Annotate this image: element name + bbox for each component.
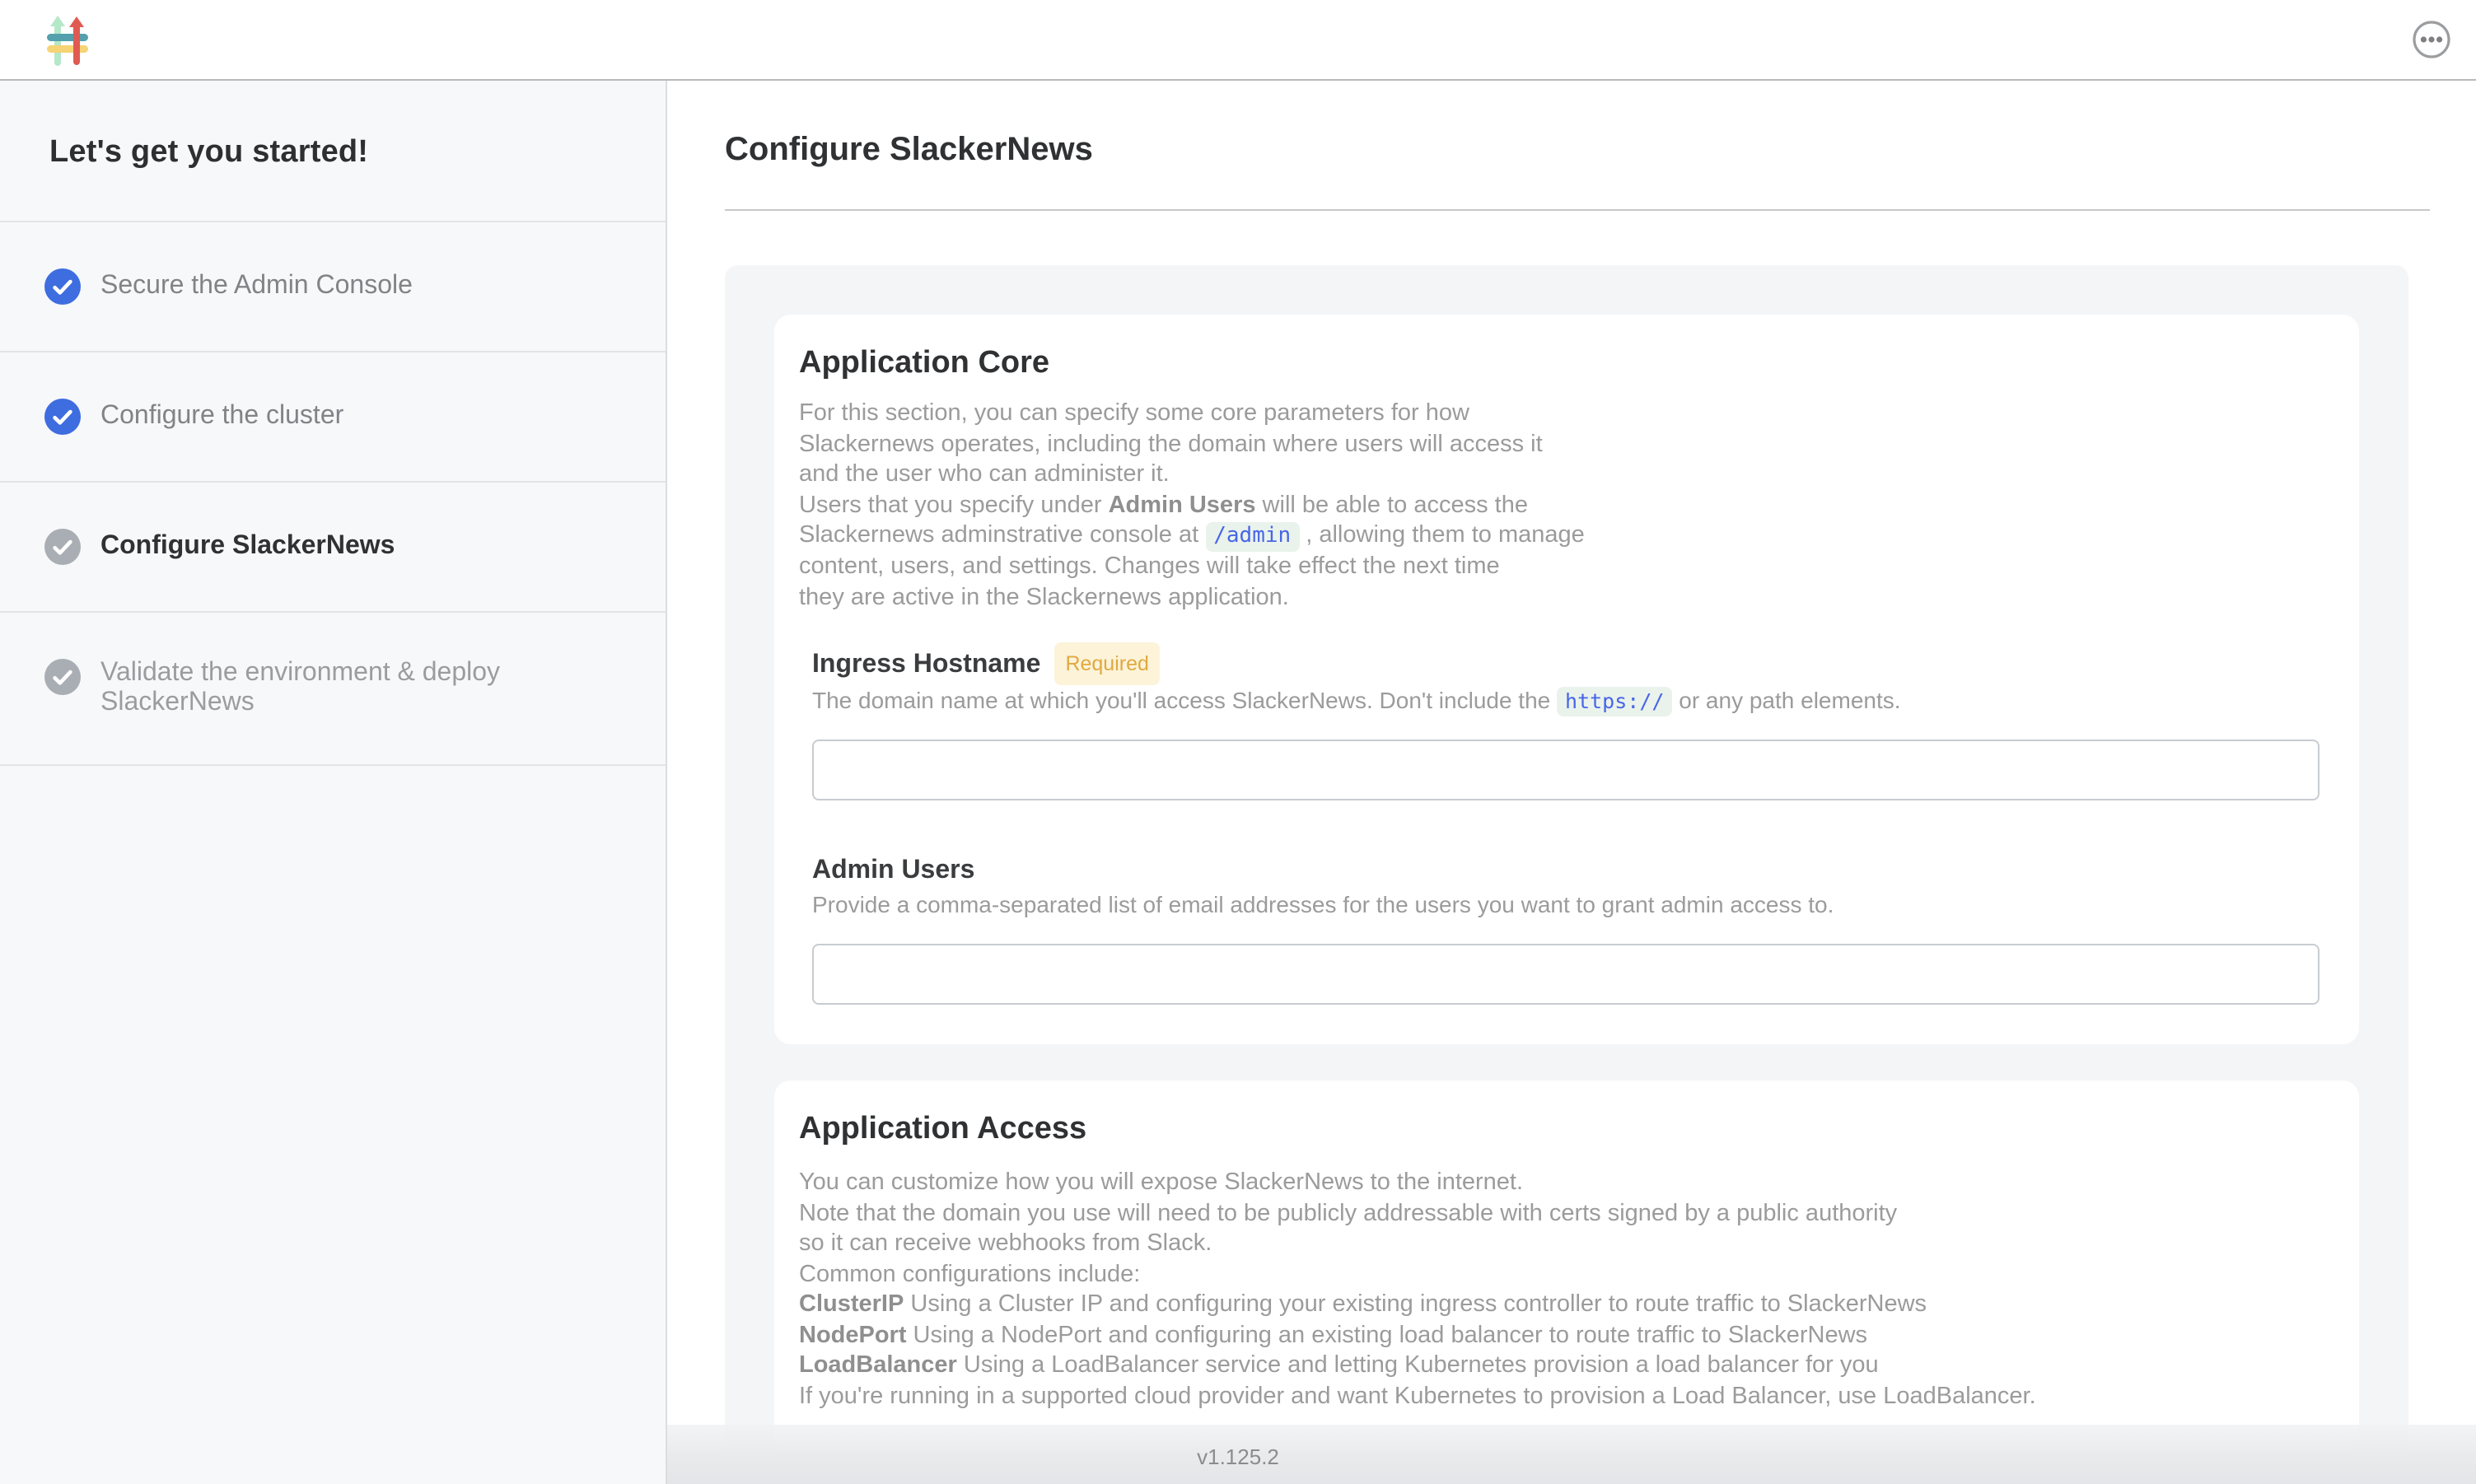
text-run: content, users, and settings. Changes wi…	[799, 553, 1500, 580]
text-run: they are active in the Slackernews appli…	[799, 584, 1289, 610]
step-label: Validate the environment & deploy Slacke…	[100, 659, 616, 718]
card-application-core: Application Core For this section, you ca…	[774, 315, 2359, 1044]
text-run: Using a Cluster IP and configuring your …	[904, 1291, 1927, 1318]
main-content: Configure SlackerNews Application Core Fo…	[667, 81, 2476, 1484]
text-run: Slackernews operates, including the doma…	[799, 431, 1543, 457]
page-title: Configure SlackerNews	[725, 132, 2430, 170]
text-run: Admin Users	[1109, 492, 1256, 518]
required-badge: Required	[1053, 642, 1160, 685]
top-bar	[0, 0, 2476, 81]
card-description: You can customize how you will expose Sl…	[799, 1168, 2316, 1412]
field-help-text: Provide a comma-separated list of email …	[812, 889, 2316, 921]
text-run: so it can receive webhooks from Slack.	[799, 1230, 1212, 1257]
config-panel: Application Core For this section, you ca…	[725, 265, 2408, 1484]
text-run: The domain name at which you'll access S…	[812, 687, 1557, 713]
field-ingress-hostname: Ingress Hostname RequiredThe domain name …	[812, 642, 2316, 800]
ellipsis-icon	[2412, 40, 2451, 64]
inline-code-chip: /admin	[1205, 522, 1299, 552]
step-label: Configure the cluster	[100, 402, 343, 432]
text-run: , allowing them to manage	[1299, 522, 1585, 548]
description-line: Users that you specify under Admin Users…	[799, 490, 2316, 520]
text-run: Provide a comma-separated list of email …	[812, 891, 1834, 917]
text-run: Using a LoadBalancer service and letting…	[957, 1352, 1879, 1379]
step-pending-check-icon	[44, 659, 81, 695]
description-line: Common configurations include:	[799, 1259, 2316, 1290]
card-description: For this section, you can specify some c…	[799, 399, 2316, 613]
sidebar-step-2[interactable]: Configure the cluster	[0, 352, 666, 483]
app-version: v1.125.2	[0, 1444, 2476, 1469]
text-run: LoadBalancer	[799, 1352, 957, 1379]
text-run: Slackernews adminstrative console at	[799, 522, 1205, 548]
steps-list: Secure the Admin Console Configure the c…	[0, 221, 666, 766]
description-line: and the user who can administer it.	[799, 460, 2316, 490]
description-line: You can customize how you will expose Sl…	[799, 1168, 2316, 1198]
field-label: Admin Users	[812, 856, 974, 884]
text-run: Using a NodePort and configuring an exis…	[907, 1322, 1868, 1348]
description-line: so it can receive webhooks from Slack.	[799, 1229, 2316, 1259]
step-complete-check-icon	[44, 268, 81, 305]
inline-code-chip: https://	[1557, 687, 1672, 716]
text-run: or any path elements.	[1672, 687, 1900, 713]
sidebar-step-3[interactable]: Configure SlackerNews	[0, 483, 666, 613]
text-run: You can customize how you will expose Sl…	[799, 1169, 1523, 1196]
sidebar-step-4[interactable]: Validate the environment & deploy Slacke…	[0, 613, 666, 766]
step-label: Configure SlackerNews	[100, 532, 395, 562]
description-line: If you're running in a supported cloud p…	[799, 1381, 2316, 1412]
description-line: Note that the domain you use will need t…	[799, 1198, 2316, 1229]
sidebar-heading: Let's get you started!	[0, 81, 666, 171]
text-run: For this section, you can specify some c…	[799, 400, 1469, 427]
sidebar-step-1[interactable]: Secure the Admin Console	[0, 222, 666, 352]
text-run: Note that the domain you use will need t…	[799, 1200, 1897, 1226]
description-line: For this section, you can specify some c…	[799, 399, 2316, 429]
card-application-access: Application Access You can customize how …	[774, 1080, 2359, 1451]
description-line: they are active in the Slackernews appli…	[799, 582, 2316, 613]
setup-steps-sidebar: Let's get you started! Secure the Admin …	[0, 81, 667, 1484]
text-run: Common configurations include:	[799, 1261, 1140, 1287]
page: Let's get you started! Secure the Admin …	[0, 0, 2476, 1484]
description-line: content, users, and settings. Changes wi…	[799, 552, 2316, 582]
description-line: Slackernews operates, including the doma…	[799, 429, 2316, 460]
text-run: If you're running in a supported cloud p…	[799, 1383, 2036, 1409]
step-complete-check-icon	[44, 399, 81, 435]
description-line: Slackernews adminstrative console at /ad…	[799, 520, 2316, 552]
step-label: Secure the Admin Console	[100, 272, 413, 301]
slackernews-logo-icon	[46, 15, 89, 66]
title-divider	[725, 209, 2430, 211]
description-line: NodePort Using a NodePort and configurin…	[799, 1320, 2316, 1351]
field-help-text: The domain name at which you'll access S…	[812, 685, 2316, 716]
card-title: Application Access	[799, 1108, 2316, 1151]
description-line: LoadBalancer Using a LoadBalancer servic…	[799, 1351, 2316, 1381]
field-admin-users: Admin Users Provide a comma-separated lis…	[812, 853, 2316, 1005]
description-line: ClusterIP Using a Cluster IP and configu…	[799, 1290, 2316, 1320]
text-run: Users that you specify under	[799, 492, 1109, 518]
field-label: Ingress Hostname	[812, 651, 1040, 679]
text-run: NodePort	[799, 1322, 907, 1348]
admin-users-input[interactable]	[812, 944, 2319, 1005]
text-run: will be able to access the	[1256, 492, 1528, 518]
card-title: Application Core	[799, 343, 2316, 385]
text-run: ClusterIP	[799, 1291, 904, 1318]
ingress-hostname-input[interactable]	[812, 740, 2319, 800]
overflow-menu-button[interactable]	[2412, 20, 2451, 59]
text-run: and the user who can administer it.	[799, 461, 1170, 488]
step-pending-check-icon	[44, 529, 81, 565]
